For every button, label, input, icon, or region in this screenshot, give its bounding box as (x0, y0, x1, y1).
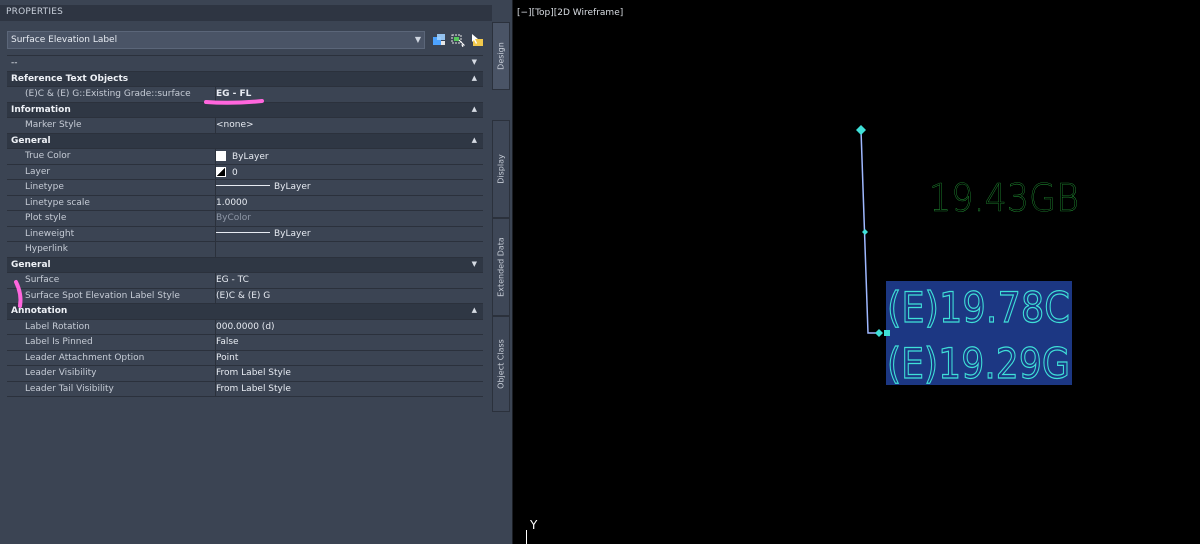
grip-diamond-top (856, 125, 866, 135)
drawing-viewport[interactable]: [−][Top][2D Wireframe] 19.43GB (E)19.78C… (512, 0, 1200, 544)
cad-drawing: 19.43GB (E)19.78C (E)19.29G (856, 125, 1079, 389)
ucs-y-label: Y (530, 518, 538, 532)
tab-label: Object Class (496, 339, 506, 389)
pink-markup-overlay (14, 99, 264, 308)
tab-label: Design (496, 42, 506, 70)
grip-diamond-mid (862, 229, 868, 235)
tab-label: Display (496, 154, 506, 184)
grip-diamond-end (875, 329, 883, 337)
underline-highlight (204, 99, 264, 105)
properties-panel: PROPERTIES Surface Elevation Label ▼ -- … (0, 0, 512, 544)
ucs-axis-line (526, 530, 527, 544)
tab-object-class[interactable]: Object Class (492, 316, 510, 412)
tab-display[interactable]: Display (492, 120, 510, 218)
tab-extended-data[interactable]: Extended Data (492, 218, 510, 316)
bracket-highlight (14, 280, 23, 308)
elevation-label-cyan-1: (E)19.78C (887, 283, 1070, 332)
elevation-label-cyan-2: (E)19.29G (887, 339, 1070, 388)
tab-design[interactable]: Design (492, 22, 510, 90)
tab-label: Extended Data (496, 237, 506, 297)
elevation-label-green: 19.43GB (929, 176, 1079, 220)
